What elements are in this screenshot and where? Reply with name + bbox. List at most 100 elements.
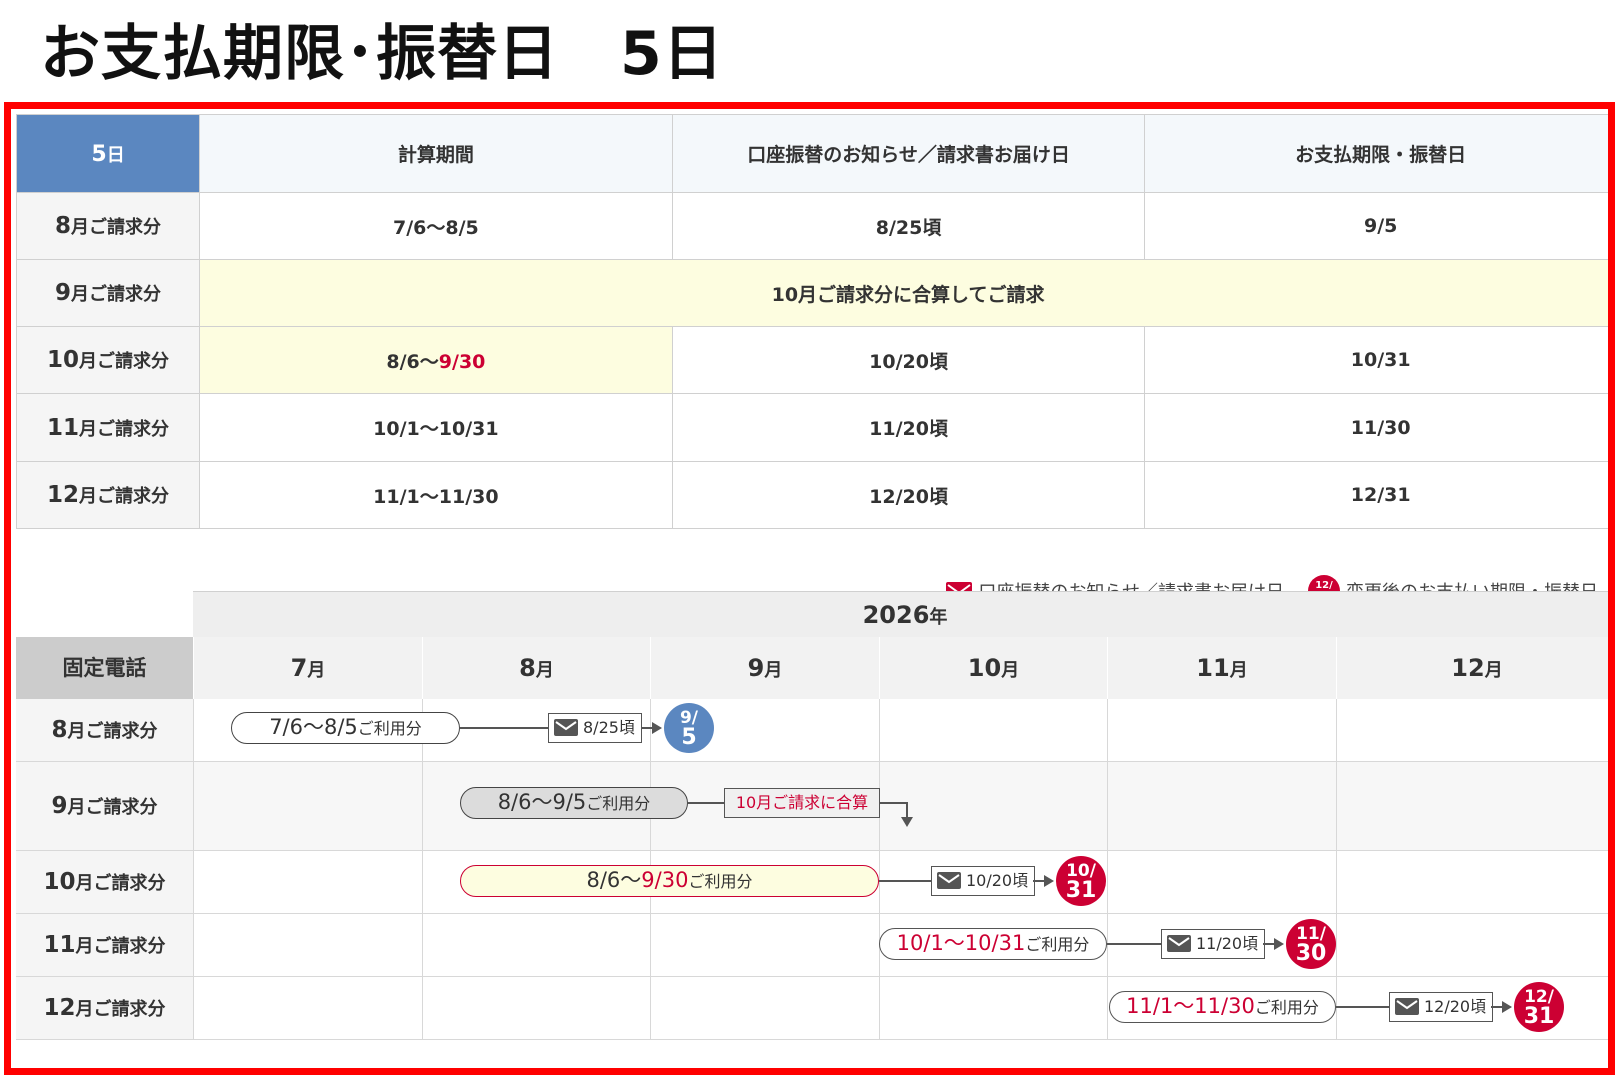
row-num: 12 [43, 995, 76, 1021]
mail-icon [1167, 935, 1191, 952]
mail-icon [554, 719, 578, 736]
gantt-cell [193, 977, 422, 1040]
row-num: 8 [55, 213, 72, 239]
period-start: 8/6〜 [386, 350, 439, 373]
row-label: 11月ご請求分 [15, 393, 201, 462]
pill-period-end: 9/30 [641, 868, 689, 892]
month-num: 9 [747, 654, 765, 682]
period-end: 9/30 [438, 350, 486, 373]
arrow-right-icon [652, 722, 662, 734]
table-header-row: 5日 計算期間 口座振替のお知らせ／請求書お届け日 お支払期限・振替日 [15, 114, 1608, 193]
table-corner: 5日 [15, 114, 201, 193]
mail-date: 11/20頃 [1196, 934, 1259, 953]
circle-bot: 5 [681, 725, 697, 750]
due-date-circle: 12/31 [1514, 982, 1564, 1032]
usage-period-pill: 8/6〜9/30ご利用分 [460, 865, 879, 897]
year-unit: 年 [929, 607, 948, 628]
cell-notice: 12/20頃 [671, 461, 1146, 529]
mail-notice-box: 11/20頃 [1161, 929, 1266, 959]
arrow-right-icon [1502, 1001, 1512, 1013]
usage-period-pill: 10/1〜10/31ご利用分 [879, 928, 1107, 960]
year-header: 2026年 [193, 591, 1608, 637]
month-unit: 月 [1001, 660, 1020, 681]
row-label: 12月ご請求分 [15, 461, 201, 529]
pill-period: 10/1〜10/31 [896, 931, 1026, 955]
row-num: 9 [51, 793, 68, 819]
row-label: 9月ご請求分 [15, 259, 201, 327]
table-row: 11月ご請求分 10/1〜10/31 11/20頃 11/30 [15, 393, 1608, 462]
gantt-cell [1107, 762, 1336, 851]
table-row: 9月ご請求分 10月ご請求分に合算してご請求 [15, 259, 1608, 327]
cell-due: 11/30 [1144, 393, 1608, 462]
row-num: 12 [47, 482, 80, 508]
connector-line [1107, 943, 1161, 945]
month-unit: 月 [1229, 660, 1248, 681]
pill-suffix: ご利用分 [586, 794, 651, 813]
corner-unit: 日 [106, 144, 125, 166]
mail-date: 10/20頃 [966, 871, 1029, 890]
cell-period: 8/6〜9/30 [199, 326, 673, 394]
month-num: 10 [967, 654, 1002, 682]
due-date-circle: 11/30 [1286, 919, 1336, 969]
header-due: お支払期限・振替日 [1144, 114, 1608, 193]
mail-notice-box: 10/20頃 [931, 866, 1036, 896]
gantt-cell [422, 977, 650, 1040]
gantt-cell [879, 699, 1107, 762]
pill-suffix: ご利用分 [1025, 935, 1090, 954]
usage-period-pill: 11/1〜11/30ご利用分 [1109, 991, 1336, 1023]
gantt-row-label: 12 月ご請求分 [16, 977, 193, 1040]
connector-line [880, 802, 908, 804]
gantt-row-label: 10 月ご請求分 [16, 851, 193, 914]
gantt-cell [1336, 762, 1608, 851]
row-unit: 月ご請求分 [75, 936, 166, 957]
row-unit: 月ご請求分 [79, 418, 170, 440]
cell-period: 7/6〜8/5 [199, 192, 673, 260]
row-unit: 月ご請求分 [67, 721, 158, 742]
gantt-cell [1336, 914, 1608, 977]
month-num: 11 [1196, 654, 1230, 682]
mail-icon [1395, 998, 1419, 1015]
pill-period: 11/1〜11/30 [1126, 994, 1255, 1018]
usage-period-pill: 7/6〜8/5ご利用分 [231, 712, 460, 744]
header-notice: 口座振替のお知らせ／請求書お届け日 [671, 114, 1146, 193]
gantt-cell [650, 977, 879, 1040]
cell-due: 9/5 [1144, 192, 1608, 260]
row-unit: 月ご請求分 [71, 284, 162, 305]
cell-due: 12/31 [1144, 461, 1608, 529]
connector-line [906, 802, 908, 818]
cell-due: 10/31 [1144, 326, 1608, 394]
row-unit: 月ご請求分 [79, 486, 170, 507]
gantt-cell [1336, 699, 1608, 762]
table-row: 10月ご請求分 8/6〜9/30 10/20頃 10/31 [15, 326, 1608, 394]
month-unit: 月 [1484, 660, 1503, 681]
pill-period-start: 8/6〜 [586, 868, 642, 892]
gantt-cell [422, 914, 650, 977]
gantt-cell [193, 762, 422, 851]
row-num: 11 [47, 414, 80, 441]
mail-notice-box: 12/20頃 [1389, 992, 1494, 1022]
corner-num: 5 [91, 141, 107, 167]
arrow-right-icon [1274, 938, 1284, 950]
usage-period-pill: 8/6〜9/5ご利用分 [460, 787, 688, 819]
gantt-row-label: 11 月ご請求分 [16, 914, 193, 977]
mail-date: 12/20頃 [1424, 997, 1487, 1016]
pill-period: 7/6〜8/5 [269, 715, 358, 739]
pill-suffix: ご利用分 [357, 719, 422, 738]
circle-bot: 31 [1523, 1004, 1555, 1029]
row-unit: 月ご請求分 [75, 999, 166, 1020]
row-num: 10 [47, 347, 80, 373]
cell-merged-note: 10月ご請求分に合算してご請求 [199, 259, 1608, 327]
cell-notice: 8/25頃 [671, 192, 1146, 260]
cell-notice: 10/20頃 [671, 326, 1146, 394]
month-header: 10月 [879, 637, 1107, 699]
header-period: 計算期間 [199, 114, 673, 193]
row-unit: 月ご請求分 [79, 351, 170, 372]
row-num: 11 [43, 932, 76, 958]
gantt-cell [879, 762, 1107, 851]
month-unit: 月 [535, 660, 554, 681]
gantt-cell [650, 914, 879, 977]
row-num: 10 [43, 869, 76, 895]
connector-line [688, 802, 724, 804]
pill-suffix: ご利用分 [1254, 998, 1319, 1017]
connector-line [1336, 1006, 1389, 1008]
